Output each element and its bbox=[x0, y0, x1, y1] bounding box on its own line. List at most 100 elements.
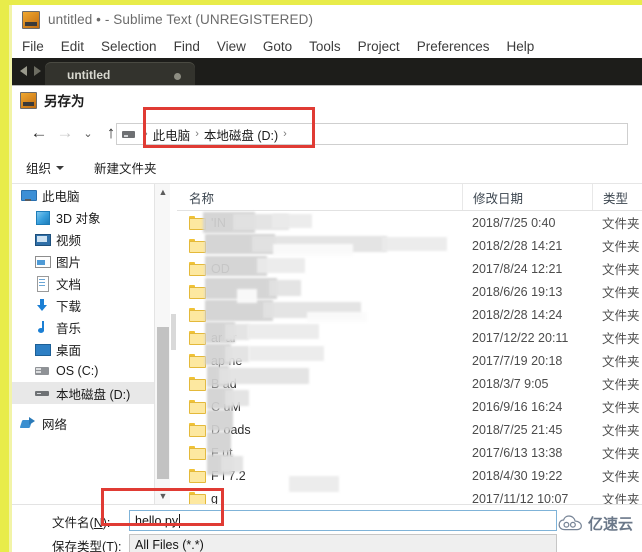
file-date: 2018/6/26 19:13 bbox=[472, 284, 563, 299]
menu-preferences[interactable]: Preferences bbox=[417, 39, 490, 54]
computer-icon bbox=[20, 187, 37, 203]
tab-nav-arrows bbox=[20, 66, 41, 76]
sidebar-item-desktop[interactable]: 桌面 bbox=[12, 338, 154, 360]
filename-row: 文件名(N): hello.py bbox=[12, 509, 642, 533]
organize-button[interactable]: 组织 bbox=[26, 158, 65, 177]
dialog-title: 另存为 bbox=[44, 94, 85, 109]
menu-view[interactable]: View bbox=[217, 39, 246, 54]
sidebar-item-network[interactable]: 网络 bbox=[12, 412, 154, 434]
folder-icon bbox=[189, 330, 206, 345]
table-row[interactable]: 2018/2/28 14:21 文件夹 bbox=[177, 234, 642, 257]
file-name: g bbox=[211, 491, 218, 505]
column-header-date[interactable]: 修改日期 bbox=[462, 184, 592, 210]
pane-splitter[interactable] bbox=[171, 184, 176, 504]
file-type: 文件夹 bbox=[602, 470, 640, 484]
file-type: 文件夹 bbox=[602, 309, 640, 323]
table-row[interactable]: 2018/2/28 14:24 文件夹 bbox=[177, 303, 642, 326]
breadcrumb-this-pc[interactable]: 此电脑 bbox=[153, 125, 191, 144]
scrollbar-thumb[interactable] bbox=[157, 327, 169, 479]
text-caret bbox=[179, 513, 181, 528]
file-name: ar ar bbox=[211, 330, 237, 345]
table-row[interactable]: B ad 2018/3/7 9:05 文件夹 bbox=[177, 372, 642, 395]
breadcrumb-separator-1: › bbox=[195, 128, 199, 140]
table-row[interactable]: D oads 2018/7/25 21:45 文件夹 bbox=[177, 418, 642, 441]
new-folder-button[interactable]: 新建文件夹 bbox=[94, 158, 157, 177]
sidebar-label: 本地磁盘 (D:) bbox=[56, 387, 131, 402]
back-button[interactable]: ← bbox=[26, 120, 52, 146]
column-header-name[interactable]: 名称 bbox=[177, 184, 462, 210]
folder-icon bbox=[189, 307, 206, 322]
menu-tools[interactable]: Tools bbox=[309, 39, 341, 54]
menu-find[interactable]: Find bbox=[174, 39, 200, 54]
menu-selection[interactable]: Selection bbox=[101, 39, 157, 54]
table-row[interactable]: F l 7.2 2018/4/30 19:22 文件夹 bbox=[177, 464, 642, 487]
menu-file[interactable]: File bbox=[22, 39, 44, 54]
table-row[interactable]: ar ar 2017/12/22 20:11 文件夹 bbox=[177, 326, 642, 349]
file-date: 2018/2/28 14:24 bbox=[472, 307, 563, 322]
chevron-down-icon bbox=[56, 165, 65, 170]
sidebar-label: 下载 bbox=[56, 299, 82, 314]
page-frame-left bbox=[0, 0, 9, 552]
watermark: 亿速云 bbox=[558, 513, 633, 534]
page-frame-inner bbox=[9, 0, 12, 552]
file-date: 2017/6/13 13:38 bbox=[472, 445, 563, 460]
folder-icon bbox=[189, 353, 206, 368]
table-row[interactable]: g 2017/11/12 10:07 文件夹 bbox=[177, 487, 642, 504]
table-row[interactable]: OD 2017/8/24 12:21 文件夹 bbox=[177, 257, 642, 280]
menu-help[interactable]: Help bbox=[507, 39, 535, 54]
sidebar-item-3d-objects[interactable]: 3D 对象 bbox=[12, 206, 154, 228]
tab-prev-icon[interactable] bbox=[20, 66, 27, 76]
file-type: 文件夹 bbox=[602, 378, 640, 392]
sidebar-item-os-c[interactable]: OS (C:) bbox=[12, 360, 154, 382]
file-type: 文件夹 bbox=[602, 286, 640, 300]
sidebar-item-local-disk-d[interactable]: 本地磁盘 (D:) bbox=[12, 382, 154, 404]
table-row[interactable]: ap ne 2017/7/19 20:18 文件夹 bbox=[177, 349, 642, 372]
navigation-scrollbar[interactable]: ▲ ▼ bbox=[154, 184, 170, 504]
sidebar-item-pictures[interactable]: 图片 bbox=[12, 250, 154, 272]
sidebar-item-music[interactable]: 音乐 bbox=[12, 316, 154, 338]
filetype-select[interactable]: All Files (*.*) bbox=[129, 534, 557, 552]
file-date: 2018/3/7 9:05 bbox=[472, 376, 549, 391]
table-row[interactable]: 2018/6/26 19:13 文件夹 bbox=[177, 280, 642, 303]
menu-edit[interactable]: Edit bbox=[61, 39, 84, 54]
sidebar-item-this-pc[interactable]: 此电脑 bbox=[12, 184, 154, 206]
sidebar-item-downloads[interactable]: 下载 bbox=[12, 294, 154, 316]
breadcrumb-separator-2[interactable]: › bbox=[283, 128, 287, 140]
table-row[interactable]: C uM 2016/9/16 16:24 文件夹 bbox=[177, 395, 642, 418]
address-bar[interactable]: › 此电脑 › 本地磁盘 (D:) › bbox=[116, 123, 628, 145]
cloud-logo bbox=[558, 515, 582, 531]
sidebar-item-documents[interactable]: 文档 bbox=[12, 272, 154, 294]
scroll-down-icon[interactable]: ▼ bbox=[155, 488, 171, 504]
breadcrumb-local-disk-d[interactable]: 本地磁盘 (D:) bbox=[204, 125, 278, 144]
watermark-text: 亿速云 bbox=[588, 515, 634, 533]
filename-input[interactable]: hello.py bbox=[129, 510, 557, 531]
video-icon bbox=[34, 231, 51, 247]
breadcrumb-separator-0: › bbox=[144, 128, 148, 140]
page-frame-top bbox=[0, 0, 642, 5]
unsaved-dot-icon[interactable] bbox=[174, 73, 181, 80]
menu-project[interactable]: Project bbox=[358, 39, 400, 54]
column-header-type[interactable]: 类型 bbox=[592, 184, 642, 210]
folder-icon bbox=[189, 215, 206, 230]
file-name: 'IN bbox=[211, 215, 226, 230]
menu-goto[interactable]: Goto bbox=[263, 39, 292, 54]
download-icon bbox=[34, 297, 50, 313]
file-date: 2017/8/24 12:21 bbox=[472, 261, 563, 276]
table-row[interactable]: F ut 2017/6/13 13:38 文件夹 bbox=[177, 441, 642, 464]
scroll-up-icon[interactable]: ▲ bbox=[155, 184, 171, 200]
filename-accel: N bbox=[93, 515, 103, 530]
recent-locations-button[interactable]: ⌄ bbox=[78, 120, 98, 146]
screenshot-root: untitled • - Sublime Text (UNREGISTERED)… bbox=[0, 0, 642, 552]
dialog-toolbar: 组织 新建文件夹 bbox=[12, 152, 642, 184]
file-list-header: 名称 修改日期 类型 bbox=[177, 184, 642, 211]
table-row[interactable]: 'IN 2018/7/25 0:40 文件夹 bbox=[177, 211, 642, 234]
picture-icon bbox=[34, 253, 51, 269]
filetype-value: All Files (*.*) bbox=[135, 537, 204, 552]
tab-next-icon[interactable] bbox=[34, 66, 41, 76]
editor-title: untitled • - Sublime Text (UNREGISTERED) bbox=[48, 12, 314, 27]
file-date: 2017/11/12 10:07 bbox=[472, 491, 569, 505]
sublime-text-window: untitled • - Sublime Text (UNREGISTERED)… bbox=[12, 5, 642, 90]
sidebar-item-videos[interactable]: 视频 bbox=[12, 228, 154, 250]
editor-tab-label: untitled bbox=[67, 68, 111, 82]
filename-label-text: 文件名 bbox=[52, 515, 90, 530]
